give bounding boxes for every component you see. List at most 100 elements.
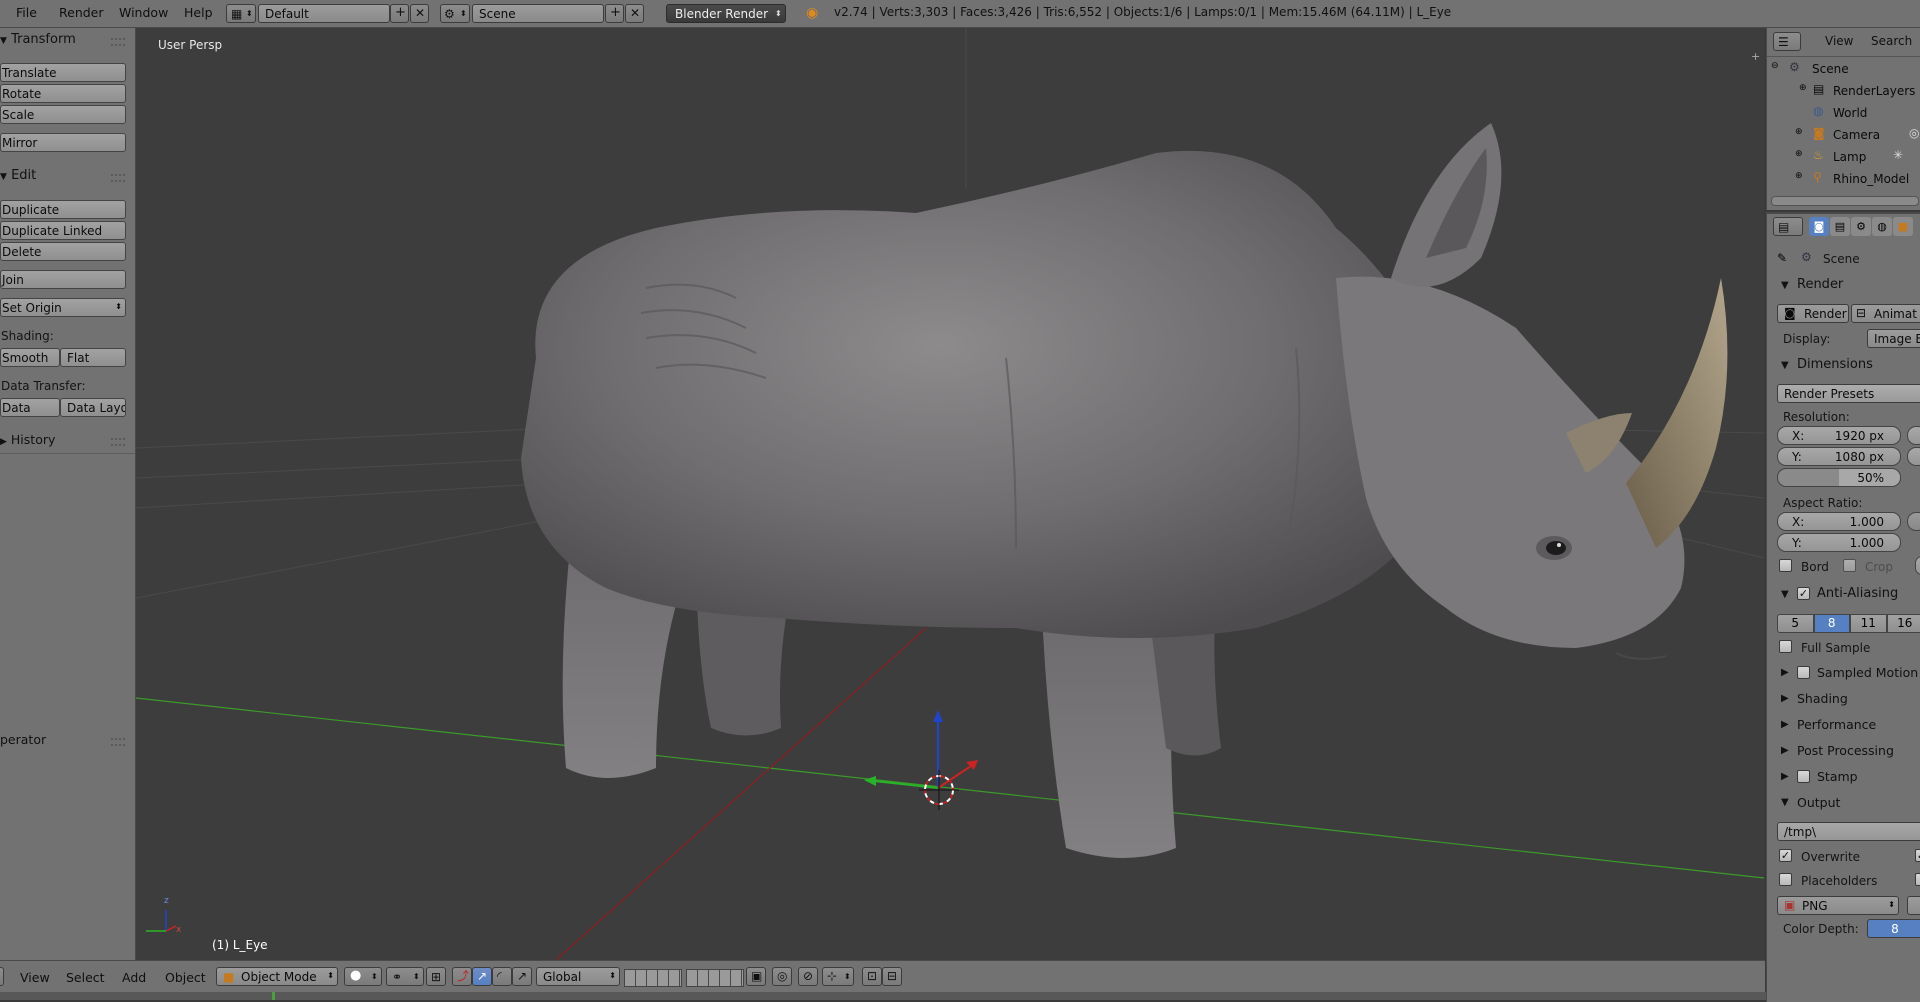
current-frame-marker[interactable] [272,992,275,1000]
viewport-shading-dropdown[interactable]: ● ⬍ [344,967,382,986]
file-extensions-checkbox[interactable]: ✓ [1915,849,1920,862]
drag-grip-icon[interactable] [111,174,125,182]
menu-file[interactable]: File [16,5,37,20]
edit-panel-header[interactable]: ▼ Edit [0,168,36,183]
menu-view[interactable]: View [20,970,50,985]
aa-sample-8[interactable]: 8 [1814,614,1851,633]
aa-sample-16[interactable]: 16 [1887,614,1920,633]
outliner-item-world[interactable]: ◍ World [1767,102,1920,124]
mirror-button[interactable]: Mirror [0,133,126,152]
stamp-checkbox[interactable] [1797,770,1810,783]
resolution-percentage-slider[interactable]: 50% [1777,468,1901,487]
menu-window[interactable]: Window [119,5,168,20]
file-format-dropdown[interactable]: ▣ PNG ⬍ [1777,896,1899,915]
overwrite-checkbox[interactable]: ✓ [1779,849,1792,862]
frame-rate-dropdown[interactable] [1907,512,1920,531]
aa-sample-5[interactable]: 5 [1777,614,1814,633]
drag-grip-icon[interactable] [111,738,125,746]
rhino-model[interactable] [521,123,1727,858]
scene-name-field[interactable]: Scene [472,4,604,23]
shade-flat-button[interactable]: Flat [60,348,126,367]
render-button[interactable]: ◙ Render [1777,304,1849,323]
render-engine-dropdown[interactable]: Blender Render ⬍ [666,4,786,23]
data-transfer-button[interactable]: Data [0,398,60,417]
scene-layers-row-1[interactable] [624,969,682,987]
render-layers-tab-icon[interactable]: ▤ [1830,217,1850,236]
render-animation-button[interactable]: ⊟ Animat [1851,304,1920,323]
outliner-item-scene[interactable]: ⊖ ⚙ Scene [1767,58,1920,80]
opengl-render-button[interactable]: ⊡ [862,967,882,986]
outliner-item-lamp[interactable]: ⊕ ♨ Lamp ✳ [1767,146,1920,168]
world-tab-icon[interactable]: ◍ [1872,217,1892,236]
object-tab-icon[interactable]: ■ [1893,217,1913,236]
editor-type-selector[interactable] [0,967,4,986]
anti-aliasing-checkbox[interactable]: ✓ [1797,587,1810,600]
expand-region-icon[interactable]: + [1751,50,1760,63]
resolution-x-field[interactable]: X: 1920 px [1777,426,1901,445]
3d-cursor-icon[interactable] [919,770,959,810]
color-mode-button[interactable] [1907,896,1920,915]
menu-add[interactable]: Add [122,970,146,985]
shading-panel-header[interactable]: Shading [1797,691,1848,706]
scene-selector[interactable]: ⚙ ⬍ [440,4,470,23]
mode-dropdown[interactable]: ■ Object Mode ⬍ [216,967,338,986]
render-presets-dropdown[interactable]: Render Presets [1777,384,1920,403]
cache-result-checkbox[interactable] [1915,873,1920,886]
remove-screen-button[interactable]: ✕ [410,4,429,23]
collapse-toggle-icon[interactable]: ⊖ [1771,61,1779,71]
display-dropdown[interactable]: Image E [1867,329,1920,348]
duplicate-button[interactable]: Duplicate [0,200,126,219]
transform-panel-header[interactable]: ▼ Transform [0,32,76,47]
3d-viewport[interactable]: User Persp (1) L_Eye z x + [136,28,1764,960]
output-panel-header[interactable]: Output [1797,795,1840,810]
transform-manipulator[interactable] [864,710,978,788]
history-panel-header[interactable]: ▶ History [0,432,55,447]
color-depth-8-button[interactable]: 8 [1867,919,1920,938]
border-checkbox[interactable] [1779,559,1792,572]
scale-button[interactable]: Scale [0,105,126,124]
outliner-menu-view[interactable]: View [1825,34,1853,48]
render-panel-header[interactable]: Render [1797,277,1843,292]
lamp-data-icon[interactable]: ✳ [1893,148,1903,162]
pin-icon[interactable]: ✎ [1777,251,1787,265]
resolution-y-field[interactable]: Y: 1080 px [1777,447,1901,466]
sampled-motion-blur-header[interactable]: Sampled Motion B [1817,665,1920,680]
snap-toggle[interactable]: ⊘ [798,967,818,986]
proportional-edit-button[interactable]: ◎ [772,967,792,986]
time-remap-field[interactable] [1915,556,1920,575]
sampled-motion-blur-checkbox[interactable] [1797,666,1810,679]
scale-handle-toggle[interactable]: ↗ [512,967,532,986]
shade-smooth-button[interactable]: Smooth [0,348,60,367]
expand-toggle-icon[interactable]: ⊕ [1795,127,1803,137]
frame-end-field[interactable] [1907,447,1920,466]
outliner-item-renderlayers[interactable]: ⊕ ▤ RenderLayers [1767,80,1920,102]
rotate-manipulator-toggle[interactable]: ↗ [472,967,492,986]
expand-toggle-icon[interactable]: ⊕ [1799,83,1807,93]
properties-editor-type[interactable]: ▤ [1773,217,1803,236]
opengl-animation-button[interactable]: ⊟ [882,967,902,986]
expand-toggle-icon[interactable]: ⊕ [1795,171,1803,181]
placeholders-checkbox[interactable] [1779,873,1792,886]
anti-aliasing-panel-header[interactable]: Anti-Aliasing [1817,586,1898,601]
screen-layout-name-field[interactable]: Default [258,4,390,23]
add-screen-button[interactable]: + [390,4,409,23]
rotate-button[interactable]: Rotate [0,84,126,103]
delete-button[interactable]: Delete [0,242,126,261]
dimensions-panel-header[interactable]: Dimensions [1797,357,1873,372]
frame-start-field[interactable] [1907,426,1920,445]
set-origin-dropdown[interactable]: Set Origin ⬍ [0,298,126,317]
performance-panel-header[interactable]: Performance [1797,717,1876,732]
full-sample-checkbox[interactable] [1779,640,1792,653]
snap-element-dropdown[interactable]: ⊹ ⬍ [822,967,854,986]
operator-panel-header[interactable]: perator [0,732,46,747]
data-layout-button[interactable]: Data Layo [60,398,126,417]
outliner-scrollbar[interactable] [1771,196,1919,206]
menu-select[interactable]: Select [66,970,105,985]
aspect-y-field[interactable]: Y: 1.000 [1777,533,1901,552]
drag-grip-icon[interactable] [111,438,125,446]
scale-manipulator-toggle[interactable]: ◜ [492,967,512,986]
lock-layers-button[interactable]: ▣ [746,967,766,986]
outliner-menu-search[interactable]: Search [1871,34,1912,48]
scene-tab-icon[interactable]: ⚙ [1851,217,1871,236]
remove-scene-button[interactable]: ✕ [625,4,644,23]
